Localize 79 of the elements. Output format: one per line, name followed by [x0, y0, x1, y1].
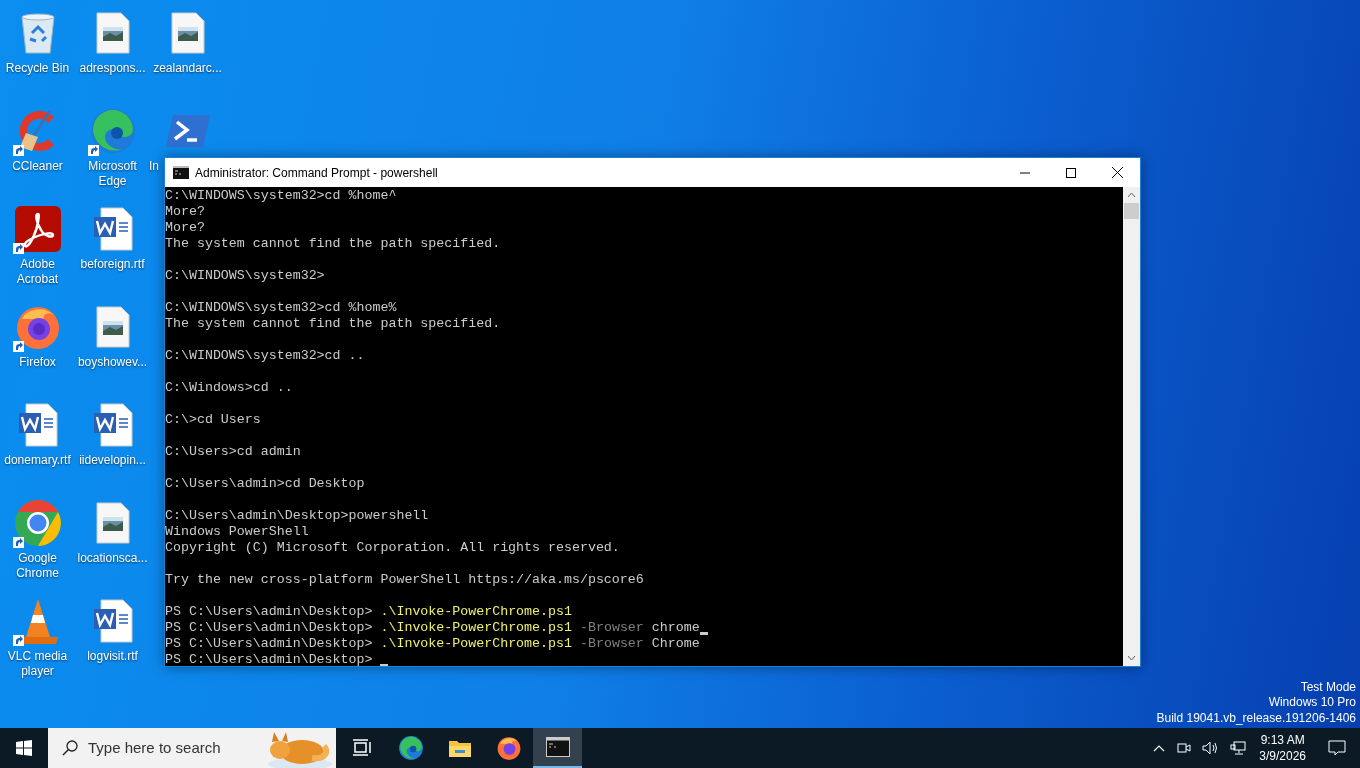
console-text: More? — [165, 204, 205, 220]
desktop-icon-label[interactable]: Microsoft Edge — [75, 159, 150, 189]
windows-logo-icon — [16, 740, 32, 756]
folder-icon — [447, 738, 472, 758]
console-text: C:\Users\admin>cd Desktop — [165, 476, 365, 492]
console-text: C:\Windows>cd .. — [165, 380, 293, 396]
image-file-icon — [170, 12, 205, 54]
desktop-icon-label[interactable]: In — [148, 159, 160, 174]
maximize-icon — [1066, 167, 1076, 178]
word-document-icon — [92, 207, 133, 251]
edge-browser-icon — [88, 107, 137, 155]
console-text: .\Invoke-PowerChrome.ps1 — [380, 604, 572, 620]
desktop-icon-label[interactable]: donemary.rtf — [3, 453, 72, 468]
scroll-thumb[interactable] — [1124, 203, 1139, 219]
firefox-icon — [495, 735, 522, 761]
console-text: C:\WINDOWS\system32>cd %home% — [165, 300, 397, 316]
window-title: Administrator: Command Prompt - powershell — [195, 164, 438, 182]
close-icon — [1111, 167, 1123, 178]
desktop-icon-label[interactable]: Firefox — [18, 355, 57, 370]
camera-icon[interactable] — [1177, 741, 1192, 755]
acrobat-icon — [14, 206, 61, 252]
console-text: .\Invoke-PowerChrome.ps1 — [380, 636, 572, 652]
console-text: C:\>cd Users — [165, 412, 261, 428]
scrollbar[interactable] — [1123, 187, 1140, 666]
clock[interactable]: 9:13 AM 3/9/2026 — [1259, 732, 1306, 764]
desktop-icon-label[interactable]: iidevelopin... — [78, 453, 147, 468]
chrome-icon — [13, 499, 62, 547]
search-icon — [62, 740, 78, 756]
desktop-icon-label[interactable]: locationsca... — [76, 551, 149, 566]
console-text: PS C:\Users\admin\Desktop> — [165, 620, 373, 636]
powershell-icon — [164, 113, 211, 149]
desktop-icon-label[interactable]: Recycle Bin — [4, 61, 71, 76]
console-text: Try the new cross-platform PowerShell https://aka.ms/pscore6 — [165, 572, 644, 588]
console-text: C:\WINDOWS\system32> — [165, 268, 325, 284]
image-file-icon — [95, 306, 130, 348]
console-text: Chrome — [651, 636, 700, 652]
word-document-icon — [92, 403, 133, 447]
word-document-icon — [92, 599, 133, 643]
console-text: PS C:\Users\admin\Desktop> — [165, 652, 373, 666]
desktop-icon-label[interactable]: logvisit.rtf — [86, 649, 139, 664]
system-info-text: Build 19041.vb_release.191206-1406 — [1156, 710, 1356, 726]
desktop-icon-label[interactable]: adrespons... — [78, 61, 147, 76]
desktop-icon-label[interactable]: boyshowev... — [76, 355, 149, 370]
task-view-icon — [351, 739, 372, 757]
console-icon — [545, 737, 570, 757]
console-icon — [173, 166, 189, 179]
search-field[interactable]: Type here to search — [88, 736, 258, 760]
desktop-icon-label[interactable]: Google Chrome — [0, 551, 75, 581]
console-text: .\Invoke-PowerChrome.ps1 — [380, 620, 572, 636]
console-text: -Browser — [580, 636, 644, 652]
console-text: C:\WINDOWS\system32>cd .. — [165, 348, 365, 364]
desktop-icon-label[interactable]: zealandarc... — [152, 61, 223, 76]
console-text: C:\Users>cd admin — [165, 444, 301, 460]
console-text: The system cannot find the path specified. — [165, 236, 501, 252]
console-text: C:\WINDOWS\system32>cd %home^ — [165, 188, 397, 204]
image-file-icon — [95, 12, 130, 54]
console-text: chrome — [651, 620, 700, 636]
console-text: PS C:\Users\admin\Desktop> — [165, 636, 373, 652]
word-document-icon — [17, 403, 58, 447]
console-text: The system cannot find the path specified. — [165, 316, 501, 332]
search-box[interactable]: Type here to search — [48, 728, 336, 768]
system-info-text: Test Mode — [1300, 679, 1356, 695]
image-file-icon — [95, 502, 130, 544]
console-text: PS C:\Users\admin\Desktop> — [165, 604, 373, 620]
console-text: More? — [165, 220, 205, 236]
console-text: Copyright (C) Microsoft Corporation. All rights reserved. — [165, 540, 620, 556]
console-text: Windows PowerShell — [165, 524, 309, 540]
console-text: C:\Users\admin\Desktop>powershell — [165, 508, 429, 524]
system-info-text: Windows 10 Pro — [1268, 695, 1356, 711]
network-icon[interactable] — [1230, 740, 1247, 756]
desktop-icon-label[interactable]: VLC media player — [0, 649, 75, 679]
taskbar-app-button[interactable] — [533, 728, 582, 768]
console-text: -Browser — [580, 620, 644, 636]
chevron-up-icon[interactable] — [1153, 744, 1166, 752]
desktop-icon-label[interactable]: Adobe Acrobat — [0, 257, 75, 287]
desktop-icon-label[interactable]: beforeign.rtf — [79, 257, 146, 272]
edge-browser-icon — [397, 735, 424, 761]
desktop-icon-label[interactable]: CCleaner — [11, 159, 64, 174]
notification-icon[interactable] — [1328, 739, 1346, 757]
